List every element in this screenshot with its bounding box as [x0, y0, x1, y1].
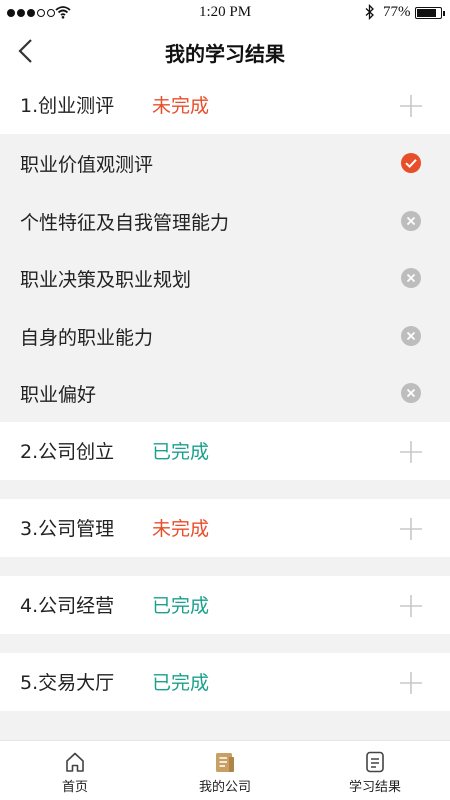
- tab-my-company[interactable]: 我的公司: [150, 741, 300, 800]
- battery-icon: [415, 7, 445, 19]
- list-item-label: 职业偏好: [20, 384, 97, 407]
- list-item[interactable]: 自身的职业能力: [0, 307, 450, 365]
- list-item[interactable]: 职业价值观测评: [0, 134, 450, 192]
- list-item-label: 职业决策及职业规划: [20, 269, 192, 292]
- company-icon: [216, 753, 234, 772]
- section-header-3[interactable]: 3.公司管理 未完成: [0, 499, 450, 557]
- home-icon: [66, 752, 84, 772]
- list-item[interactable]: 职业决策及职业规划: [0, 249, 450, 307]
- cross-icon: [401, 383, 421, 404]
- tab-bar: 首页 我的公司 学习结果: [0, 740, 450, 800]
- tab-home[interactable]: 首页: [0, 741, 150, 800]
- list-item-label: 自身的职业能力: [20, 326, 154, 349]
- battery-percent: 77%: [383, 4, 411, 20]
- section-status: 已完成: [152, 672, 210, 694]
- plus-icon[interactable]: [399, 517, 423, 541]
- list-item[interactable]: 个性特征及自我管理能力: [0, 192, 450, 250]
- cross-icon: [401, 210, 421, 231]
- section-status: 未完成: [152, 518, 210, 540]
- status-bar: 1:20 PM 77%: [0, 0, 450, 26]
- bluetooth-icon: [365, 4, 374, 20]
- list-item-label: 个性特征及自我管理能力: [20, 211, 230, 234]
- document-icon: [366, 751, 384, 773]
- plus-icon[interactable]: [399, 440, 423, 464]
- list-item-label: 职业价值观测评: [20, 154, 154, 176]
- section-header-1[interactable]: 1.创业测评 未完成: [0, 76, 450, 134]
- section-title: 5.交易大厅: [20, 672, 115, 694]
- section-title: 2.公司创立: [20, 441, 115, 463]
- tab-label: 我的公司: [198, 780, 251, 795]
- section-title: 1.创业测评: [20, 95, 115, 117]
- tab-label: 首页: [61, 780, 88, 795]
- tab-label: 学习结果: [348, 780, 401, 795]
- cross-icon: [401, 325, 421, 346]
- section-title: 4.公司经营: [20, 595, 115, 617]
- plus-icon[interactable]: [399, 594, 423, 618]
- section-status: 已完成: [152, 595, 210, 617]
- check-icon: [401, 153, 421, 173]
- plus-icon[interactable]: [399, 671, 423, 695]
- section-header-4[interactable]: 4.公司经营 已完成: [0, 576, 450, 634]
- nav-bar: 我的学习结果: [0, 26, 450, 76]
- cross-icon: [401, 268, 421, 289]
- sub-item-list: 职业价值观测评 个性特征及自我管理能力 职业决策及职业规划 自身的职业能力 职业…: [0, 134, 450, 422]
- page-title: 我的学习结果: [165, 42, 285, 66]
- section-title: 3.公司管理: [20, 518, 115, 540]
- section-status: 未完成: [152, 95, 210, 117]
- plus-icon[interactable]: [399, 94, 423, 118]
- section-header-5[interactable]: 5.交易大厅 已完成: [0, 653, 450, 711]
- list-item[interactable]: 职业偏好: [0, 364, 450, 422]
- section-header-2[interactable]: 2.公司创立 已完成: [0, 422, 450, 480]
- tab-study-results[interactable]: 学习结果: [300, 741, 450, 800]
- section-status: 已完成: [152, 441, 210, 463]
